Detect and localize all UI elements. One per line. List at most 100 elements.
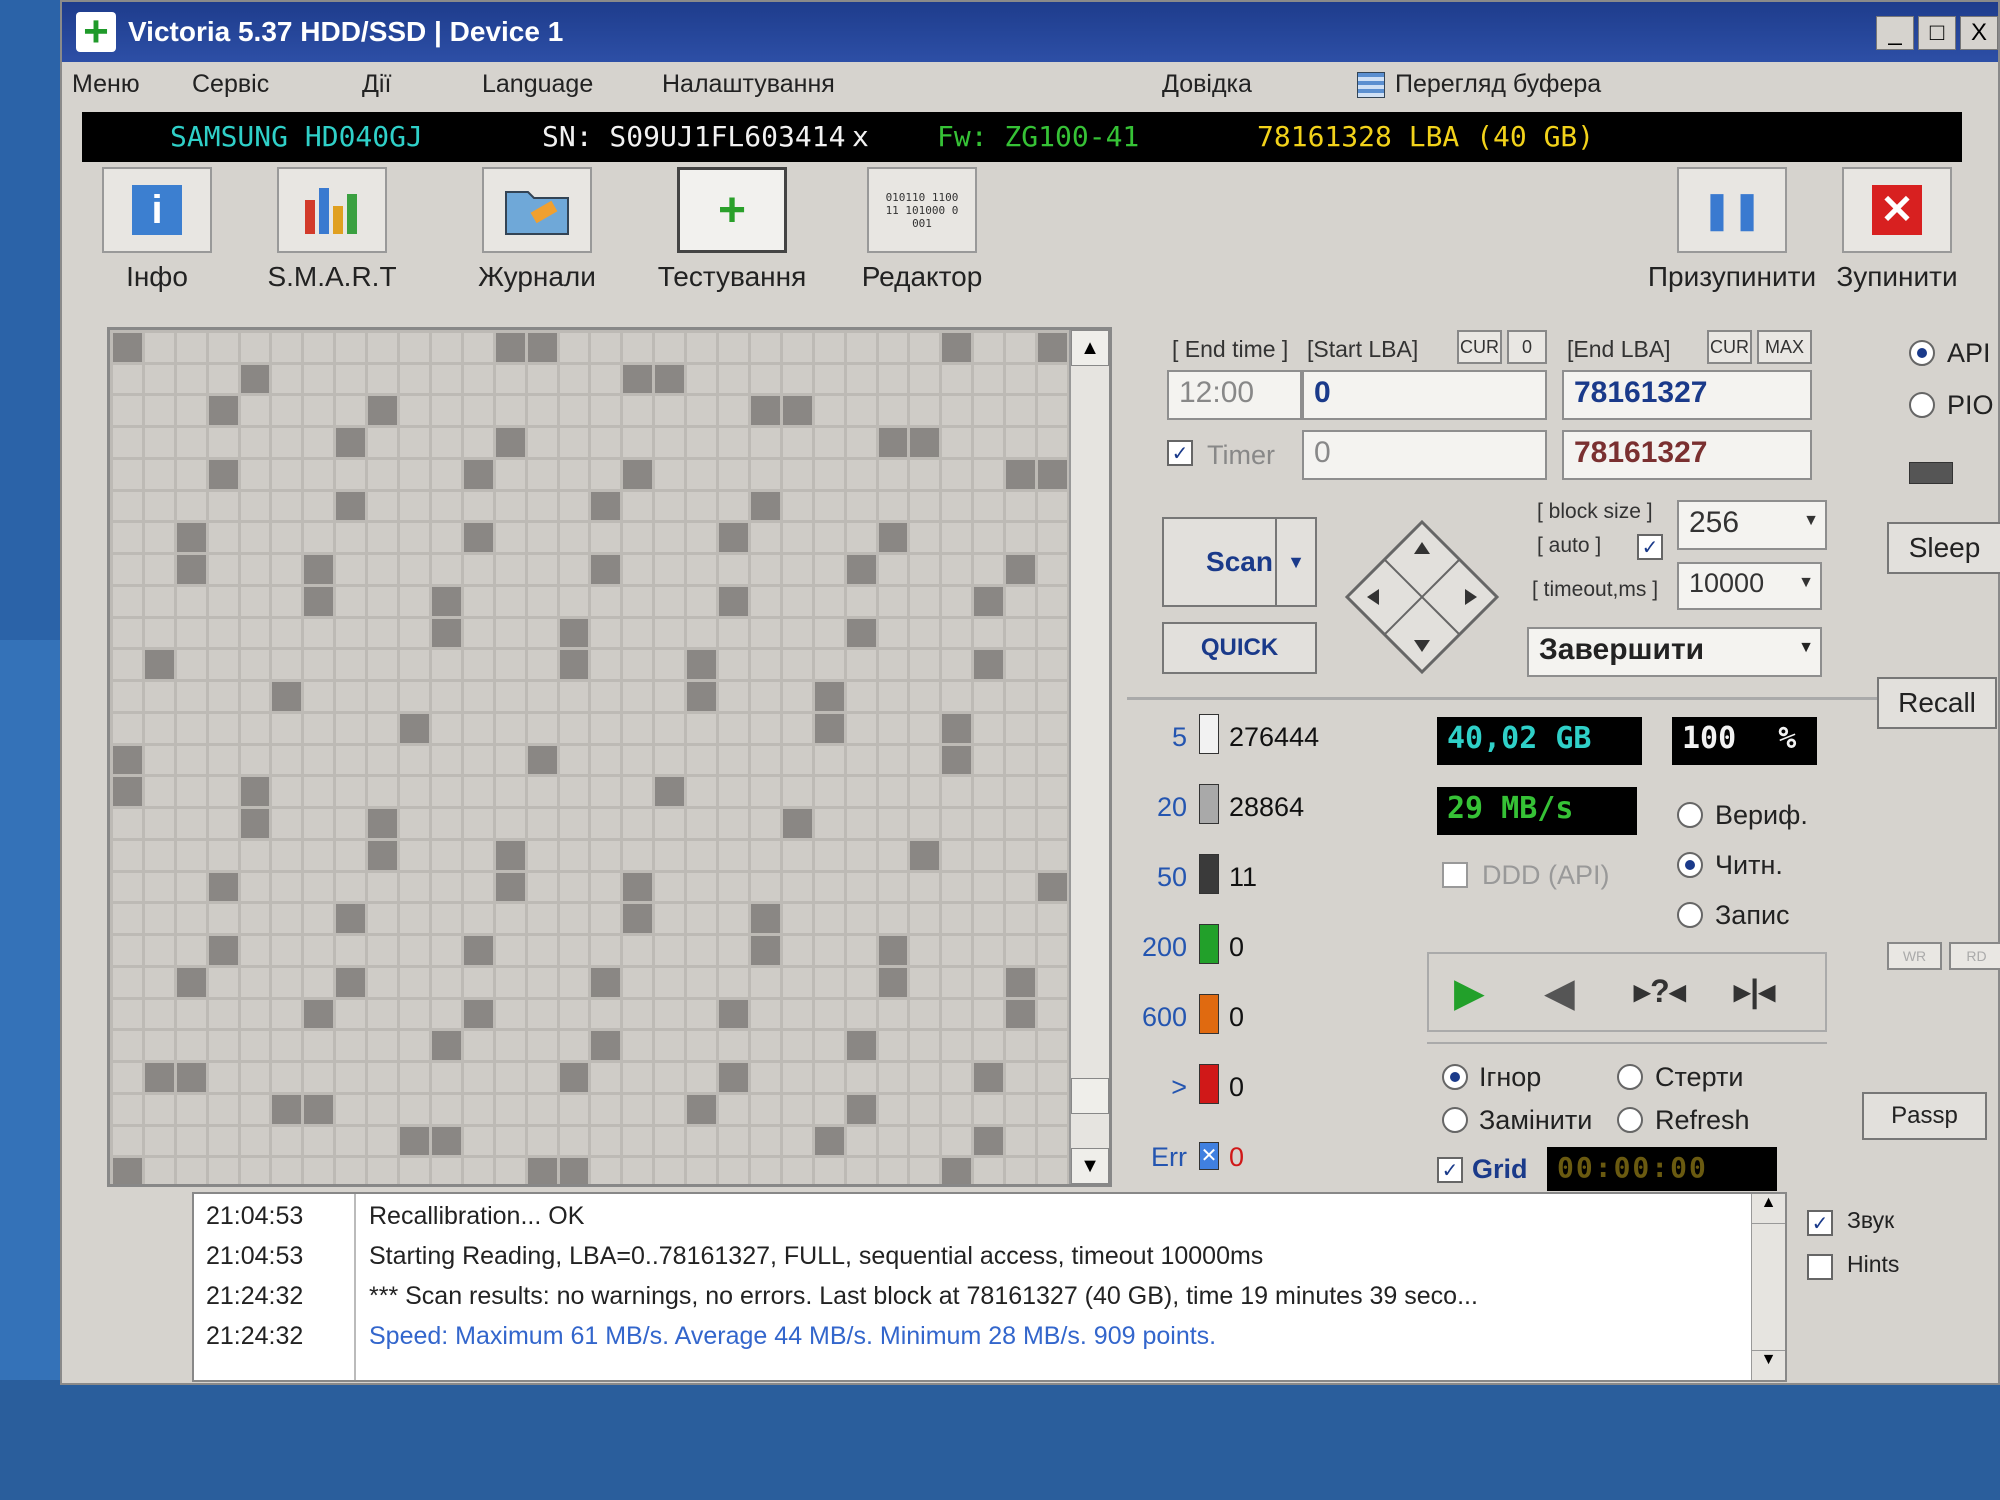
timeout-select[interactable]: 10000 ▼: [1677, 562, 1822, 610]
editor-button[interactable]: 010110 110011 101000 0001 Редактор: [832, 167, 1012, 307]
log-scrollbar[interactable]: ▲ ▼: [1751, 1194, 1785, 1380]
block-cell: [974, 777, 1004, 807]
menu-main[interactable]: Меню: [72, 70, 140, 99]
menu-actions[interactable]: Дії: [362, 70, 391, 99]
stop-button[interactable]: ✕ Зупинити: [1827, 167, 1967, 307]
passp-button[interactable]: Passp: [1862, 1092, 1987, 1140]
color-swatch: [1199, 714, 1219, 754]
refresh-radio[interactable]: [1617, 1107, 1643, 1133]
wr-button[interactable]: WR: [1887, 942, 1942, 970]
go-end-icon[interactable]: ▸|◂: [1734, 972, 1775, 1010]
finish-action-select[interactable]: Завершити ▼: [1527, 627, 1822, 677]
block-cell: [431, 555, 461, 584]
end-cur-button[interactable]: CUR: [1707, 330, 1752, 364]
sleep-button[interactable]: Sleep: [1887, 522, 2000, 574]
smart-button[interactable]: S.M.A.R.T: [232, 167, 432, 307]
ignore-radio[interactable]: [1442, 1064, 1468, 1090]
minimize-button[interactable]: _: [1876, 16, 1914, 50]
mode-read-radio[interactable]: [1677, 852, 1703, 878]
replace-radio[interactable]: [1442, 1107, 1468, 1133]
block-cell-slow: [782, 396, 812, 426]
jump-icon[interactable]: ▸?◂: [1634, 972, 1686, 1010]
logs-button[interactable]: Журнали: [442, 167, 632, 307]
erase-radio[interactable]: [1617, 1064, 1643, 1090]
start-zero-button[interactable]: 0: [1507, 330, 1547, 364]
block-cell: [910, 1126, 940, 1156]
block-cell: [272, 936, 302, 965]
app-window: + Victoria 5.37 HDD/SSD | Device 1 _ □ X…: [60, 0, 2000, 1385]
scroll-up-icon[interactable]: ▲: [1752, 1194, 1785, 1224]
auto-checkbox[interactable]: ✓: [1637, 534, 1663, 560]
menu-language[interactable]: Language: [482, 70, 593, 99]
block-cell: [942, 936, 972, 965]
direction-pad[interactable]: [1337, 512, 1507, 682]
api-radio[interactable]: [1909, 340, 1935, 366]
menu-service[interactable]: Сервіс: [192, 70, 269, 99]
quick-button[interactable]: QUICK: [1162, 622, 1317, 674]
block-cell: [463, 1063, 493, 1092]
timer-checkbox[interactable]: ✓: [1167, 440, 1193, 466]
buffer-view-button[interactable]: Перегляд буфера: [1357, 70, 1601, 99]
block-cell: [942, 491, 972, 521]
block-cell: [495, 1031, 525, 1061]
play-icon[interactable]: ▶: [1454, 970, 1485, 1016]
testing-button[interactable]: + Тестування: [632, 167, 832, 307]
block-cell: [336, 523, 366, 553]
close-window-button[interactable]: X: [1960, 16, 1998, 50]
block-cell: [846, 713, 876, 743]
scan-dropdown-icon[interactable]: ▼: [1275, 519, 1315, 605]
menu-help[interactable]: Довідка: [1162, 70, 1252, 99]
log-entry: 21:24:32 Speed: Maximum 61 MB/s. Average …: [194, 1322, 1216, 1360]
block-cell: [1006, 777, 1036, 807]
block-cell: [400, 936, 429, 965]
rd-button[interactable]: RD: [1949, 942, 2000, 970]
grid-checkbox[interactable]: ✓: [1437, 1157, 1463, 1183]
menu-settings[interactable]: Налаштування: [662, 70, 835, 99]
block-cell: [304, 1158, 334, 1184]
mode-verify-radio[interactable]: [1677, 802, 1703, 828]
block-cell: [208, 364, 238, 394]
map-scrollbar[interactable]: ▲ ▼: [1069, 330, 1109, 1184]
block-cell: [176, 364, 206, 394]
block-cell: [878, 1094, 908, 1124]
block-cell: [910, 650, 940, 680]
block-cell: [113, 904, 142, 934]
end-max-button[interactable]: MAX: [1757, 330, 1812, 364]
pio-radio[interactable]: [1909, 392, 1935, 418]
block-cell: [144, 904, 174, 934]
block-cell: [814, 1158, 844, 1184]
scroll-down-icon[interactable]: ▼: [1752, 1350, 1785, 1380]
mode-write-radio[interactable]: [1677, 902, 1703, 928]
block-cell: [240, 459, 270, 489]
sound-checkbox[interactable]: ✓: [1807, 1210, 1833, 1236]
scan-button[interactable]: Scan ▼: [1162, 517, 1317, 607]
end-time-input[interactable]: 12:00: [1167, 370, 1302, 420]
log-entry: 21:04:53 Starting Reading, LBA=0..7816132…: [194, 1242, 1263, 1280]
chevron-down-icon: ▼: [1798, 574, 1814, 591]
rewind-icon[interactable]: ◀: [1544, 970, 1575, 1016]
scroll-thumb[interactable]: [1071, 1078, 1109, 1114]
title-bar[interactable]: + Victoria 5.37 HDD/SSD | Device 1 _ □ X: [62, 2, 1998, 62]
end-lba-input[interactable]: 78161327: [1562, 370, 1812, 420]
start-lba-input[interactable]: 0: [1302, 370, 1547, 420]
scroll-up-icon[interactable]: ▲: [1071, 330, 1109, 366]
block-size-select[interactable]: 256 ▼: [1677, 500, 1827, 550]
start-cur-button[interactable]: CUR: [1457, 330, 1502, 364]
block-cell: [687, 618, 717, 648]
block-cell: [144, 459, 174, 489]
block-cell: [240, 650, 270, 680]
log-entry: 21:04:53 Recallibration... OK: [194, 1202, 584, 1240]
block-cell: [176, 1158, 206, 1184]
info-button[interactable]: i Інфо: [82, 167, 232, 307]
hints-checkbox[interactable]: [1807, 1254, 1833, 1280]
recall-button[interactable]: Recall: [1877, 677, 1997, 729]
block-cell: [240, 682, 270, 711]
device-close-x[interactable]: x: [852, 120, 869, 153]
maximize-button[interactable]: □: [1918, 16, 1956, 50]
block-cell: [878, 999, 908, 1029]
ddd-api-checkbox[interactable]: [1442, 862, 1468, 888]
scroll-down-icon[interactable]: ▼: [1071, 1148, 1109, 1184]
color-swatch: [1199, 854, 1219, 894]
pause-button[interactable]: ❚❚ Призупинити: [1637, 167, 1827, 307]
block-cell: [782, 333, 812, 362]
